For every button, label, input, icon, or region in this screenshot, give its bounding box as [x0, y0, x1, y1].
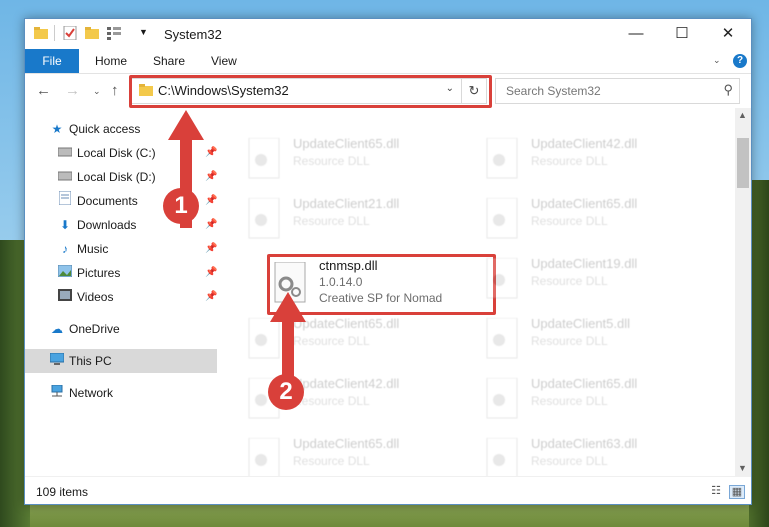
tiles-view-icon[interactable]: ▦: [729, 485, 745, 499]
list-item[interactable]: UpdateClient65.dll Resource DLL: [485, 372, 715, 424]
chevron-down-icon[interactable]: ▼: [139, 27, 148, 37]
pin-icon[interactable]: 📌: [205, 267, 217, 278]
pin-icon[interactable]: 📌: [205, 147, 217, 158]
list-item[interactable]: UpdateClient65.dll Resource DLL: [247, 132, 477, 184]
sidebar-item-onedrive[interactable]: ☁ OneDrive: [49, 317, 120, 341]
tab-file[interactable]: File: [25, 49, 79, 73]
documents-icon: [57, 189, 73, 213]
sidebar-item-local-disk-c[interactable]: Local Disk (C:): [57, 141, 156, 165]
address-bar[interactable]: C:\Windows\System32 ⌄: [131, 78, 487, 104]
dll-file-icon: [486, 378, 518, 419]
list-item[interactable]: UpdateClient21.dll Resource DLL: [247, 192, 477, 244]
maximize-button[interactable]: ☐: [659, 19, 705, 49]
scroll-up-icon[interactable]: ▲: [738, 110, 747, 120]
pin-icon[interactable]: 📌: [205, 291, 217, 302]
list-item[interactable]: UpdateClient63.dll Resource DLL: [485, 432, 715, 476]
properties-icon[interactable]: [63, 26, 77, 40]
address-path: C:\Windows\System32: [158, 83, 289, 98]
search-icon[interactable]: ⚲: [723, 82, 733, 98]
palm-tree-right: [749, 180, 769, 527]
dll-file-icon: [486, 198, 518, 239]
search-input[interactable]: Search System32: [506, 84, 601, 98]
dll-file-icon: [486, 138, 518, 179]
step-2-badge: 2: [268, 374, 304, 410]
sidebar-item-music[interactable]: ♪ Music: [57, 237, 108, 261]
sidebar-item-quick-access[interactable]: ★ Quick access: [49, 117, 141, 141]
window-title: System32: [164, 27, 222, 42]
sidebar-item-network[interactable]: Network: [49, 381, 113, 405]
tab-share[interactable]: Share: [153, 49, 185, 73]
pin-icon[interactable]: 📌: [205, 219, 217, 230]
minimize-button[interactable]: —: [613, 19, 659, 49]
up-arrow-icon[interactable]: ↑: [111, 82, 119, 99]
sidebar-item-videos[interactable]: Videos: [57, 285, 113, 309]
chevron-down-icon[interactable]: ⌄: [446, 83, 454, 94]
help-icon[interactable]: ?: [733, 54, 747, 68]
list-item[interactable]: UpdateClient19.dll Resource DLL: [485, 252, 715, 304]
pin-icon[interactable]: 📌: [205, 195, 217, 206]
details-view-icon[interactable]: ☷: [709, 485, 723, 497]
folder-icon[interactable]: [34, 26, 48, 40]
ribbon-tabs: File Home Share View ⌄ ?: [25, 49, 751, 74]
sidebar-item-this-pc[interactable]: This PC: [49, 349, 112, 373]
search-box[interactable]: Search System32 ⚲: [495, 78, 740, 104]
drive-icon: [57, 141, 73, 165]
new-folder-icon[interactable]: [85, 26, 99, 40]
step-1-badge: 1: [163, 188, 199, 224]
list-item[interactable]: UpdateClient65.dll Resource DLL: [485, 192, 715, 244]
star-icon: ★: [51, 122, 63, 136]
videos-icon: [57, 285, 73, 309]
status-bar: 109 items ☷ ▦: [25, 476, 751, 504]
dll-file-icon: [486, 438, 518, 476]
dll-file-icon: [248, 198, 280, 239]
computer-icon: [49, 349, 65, 373]
toolbar-divider: [54, 25, 55, 41]
list-item[interactable]: UpdateClient5.dll Resource DLL: [485, 312, 715, 364]
forward-arrow-icon[interactable]: →: [65, 82, 80, 99]
tab-home[interactable]: Home: [95, 49, 127, 73]
list-item[interactable]: UpdateClient42.dll Resource DLL: [485, 132, 715, 184]
pictures-icon: [57, 261, 73, 285]
drive-icon: [57, 165, 73, 189]
sidebar-item-pictures[interactable]: Pictures: [57, 261, 120, 285]
refresh-button[interactable]: ↻: [461, 78, 487, 104]
scrollbar-thumb[interactable]: [737, 138, 749, 188]
back-arrow-icon[interactable]: ←: [36, 82, 51, 99]
dll-file-icon: [486, 258, 518, 299]
file-explorer-window: ▼ System32 — ☐ ✕ File Home Share View ⌄ …: [24, 18, 752, 505]
item-count: 109 items: [36, 485, 89, 499]
dll-file-icon: [248, 438, 280, 476]
folder-icon: [139, 84, 153, 96]
navigation-bar: ← → ⌄ ↑ C:\Windows\System32 ⌄ ↻ Search S…: [25, 74, 751, 108]
downloads-icon: ⬇: [59, 218, 71, 232]
sidebar-item-documents[interactable]: Documents: [57, 189, 138, 213]
expand-ribbon-icon[interactable]: ⌄: [713, 55, 721, 66]
scroll-down-icon[interactable]: ▼: [738, 463, 747, 473]
network-icon: [49, 381, 65, 405]
title-bar: ▼ System32 — ☐ ✕: [25, 19, 751, 49]
pin-icon[interactable]: 📌: [205, 171, 217, 182]
cloud-icon: ☁: [51, 322, 63, 336]
dll-file-icon: [248, 138, 280, 179]
pin-icon[interactable]: 📌: [205, 243, 217, 254]
sidebar-item-downloads[interactable]: ⬇ Downloads: [57, 213, 136, 237]
customize-toolbar-icon[interactable]: [107, 26, 123, 40]
tab-view[interactable]: View: [211, 49, 237, 73]
music-icon: ♪: [62, 242, 68, 256]
vertical-scrollbar[interactable]: ▲ ▼: [735, 108, 751, 476]
close-button[interactable]: ✕: [705, 19, 751, 49]
sidebar-item-local-disk-d[interactable]: Local Disk (D:): [57, 165, 156, 189]
dll-file-icon: [486, 318, 518, 359]
recent-locations-icon[interactable]: ⌄: [93, 86, 101, 97]
list-item[interactable]: UpdateClient65.dll Resource DLL: [247, 432, 477, 476]
